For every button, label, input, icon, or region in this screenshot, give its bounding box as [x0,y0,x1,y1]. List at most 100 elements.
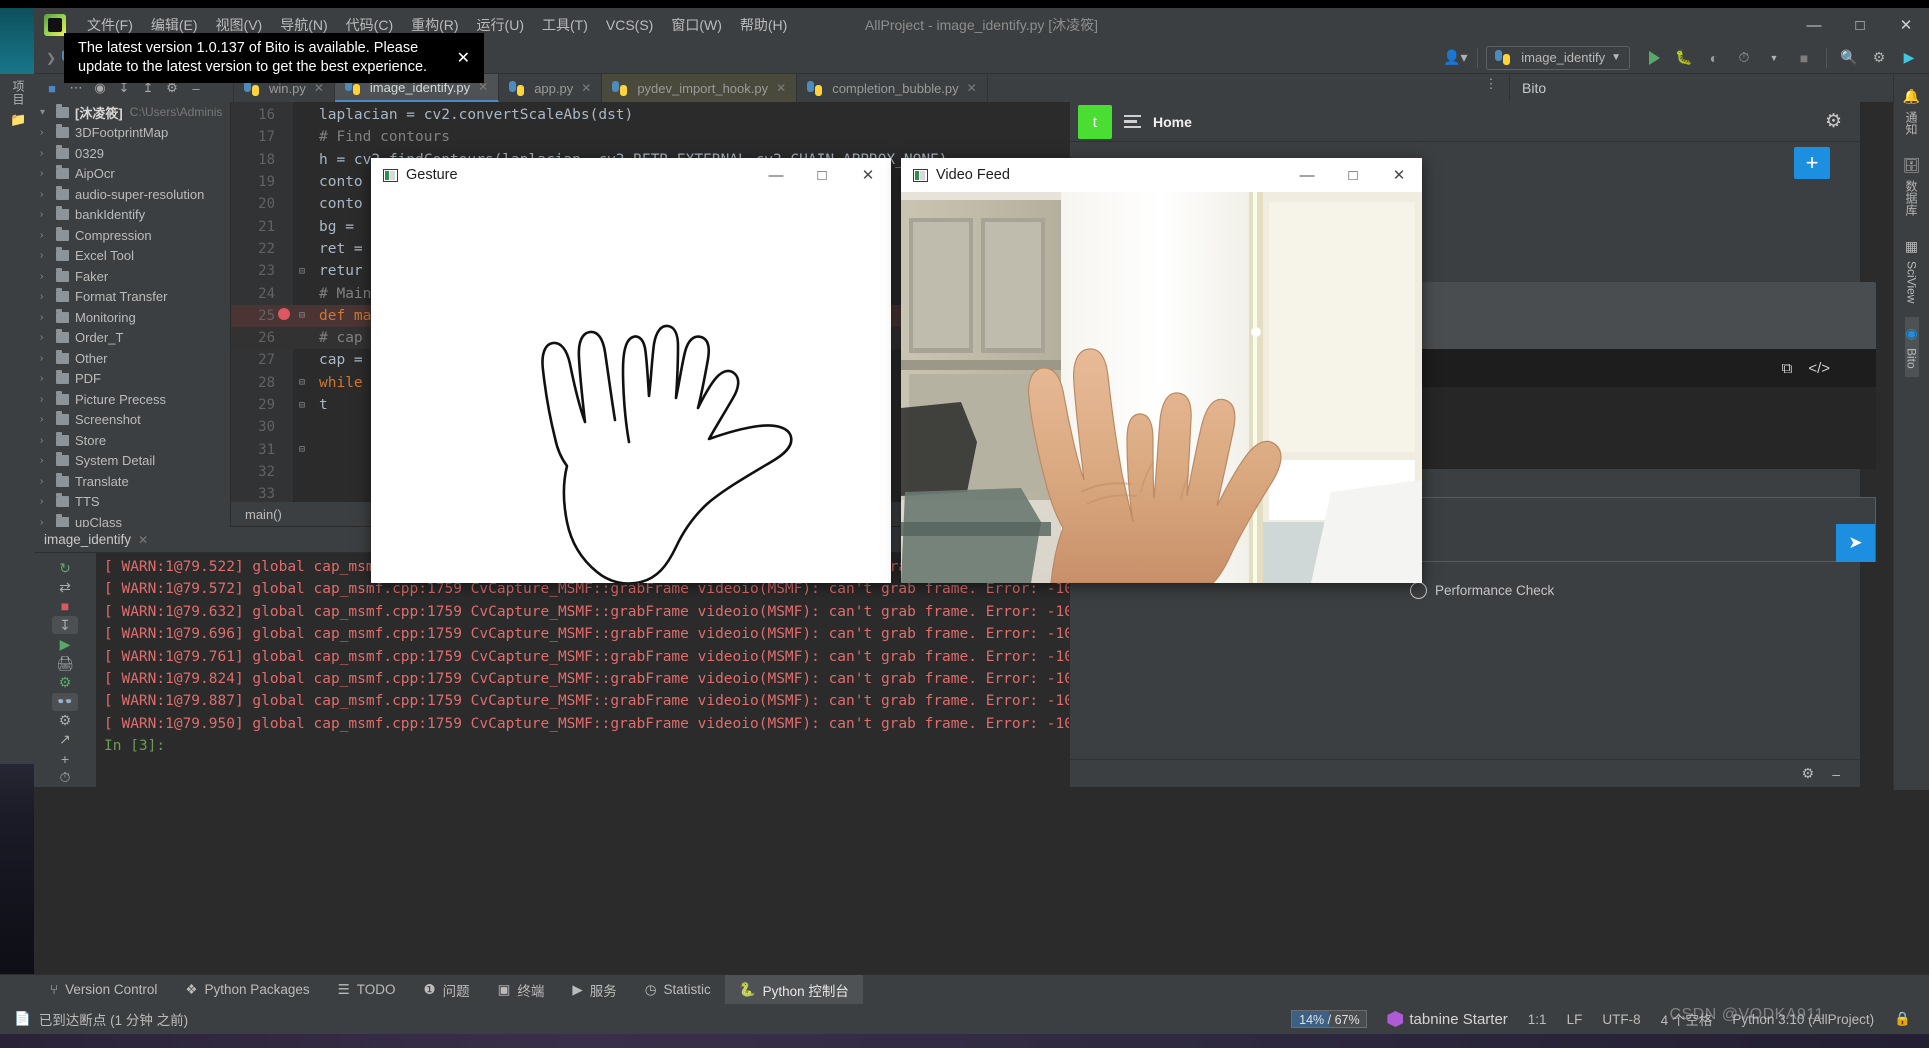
chevron-right-icon[interactable]: › [40,291,56,302]
fold-marker[interactable]: ⊟ [293,444,311,455]
hamburger-menu-icon[interactable] [1124,115,1141,129]
chevron-right-icon[interactable]: › [40,312,56,323]
tree-row[interactable]: ›Store [34,430,230,451]
print-icon[interactable]: 🖨 [52,654,78,672]
add-icon[interactable]: + [52,750,78,768]
close-icon[interactable]: ✕ [581,81,591,95]
chevron-right-icon[interactable]: › [40,455,56,466]
bito-avatar[interactable]: t [1078,105,1112,139]
chevron-right-icon[interactable]: › [40,271,56,282]
settings-icon[interactable]: ⚙ [52,712,78,730]
tree-row[interactable]: ›bankIdentify [34,205,230,226]
minimize-button[interactable]: — [753,158,799,192]
minimize-icon[interactable]: – [1832,766,1840,782]
window-minimize-button[interactable]: — [1791,8,1837,42]
bito-settings-gear-icon[interactable]: ⚙ [1825,110,1842,133]
tree-row[interactable]: ›Order_T [34,328,230,349]
rail-item-grid-icon[interactable]: ▦SciView [1905,230,1919,311]
run-icon[interactable] [1640,45,1668,71]
chevron-right-icon[interactable]: › [40,476,56,487]
project-tool-label[interactable]: 项目 [10,74,27,112]
profiler-icon[interactable]: ⏱ [1730,45,1758,71]
chevron-right-icon[interactable]: › [40,168,56,179]
menu-item-10[interactable]: 帮助(H) [731,12,796,38]
window-close-button[interactable]: ✕ [1883,8,1929,42]
menu-item-7[interactable]: 工具(T) [533,12,597,38]
tree-row[interactable]: ›Screenshot [34,410,230,431]
bottom-tool-branch-icon[interactable]: ⑂Version Control [36,975,171,1005]
rerun-icon[interactable]: ↻ [52,559,78,577]
minimize-button[interactable]: — [1284,158,1330,192]
run-tab-image-identify[interactable]: image_identify ✕ [44,532,148,547]
tree-row[interactable]: ›audio-super-resolution [34,184,230,205]
tree-row[interactable]: ›Monitoring [34,307,230,328]
fold-marker[interactable]: ⊟ [293,400,311,411]
soft-wrap-icon[interactable]: ⇄ [52,578,78,596]
bottom-tool-list-icon[interactable]: ☰TODO [324,975,410,1005]
chevron-right-icon[interactable]: › [40,250,56,261]
step-icon[interactable]: ↗ [52,731,78,749]
chevron-right-icon[interactable]: › [40,148,56,159]
chevron-down-icon[interactable]: ▼ [1760,45,1788,71]
editor-tab-3[interactable]: pydev_import_hook.py✕ [602,74,797,102]
gesture-window[interactable]: Gesture — □ ✕ [371,158,891,583]
close-icon[interactable]: ✕ [776,81,786,95]
tree-row[interactable]: ›Format Transfer [34,287,230,308]
rail-item-bito-icon[interactable]: ◉Bito [1905,317,1919,377]
maximize-button[interactable]: □ [1330,158,1376,192]
chevron-right-icon[interactable]: › [40,127,56,138]
indent-setting[interactable]: 4 个空格 [1661,1009,1713,1029]
tree-row-root[interactable]: ▾ [沐凌筱] C:\Users\Adminis [34,102,230,123]
settings-icon[interactable]: ⚙ [1802,765,1815,782]
tree-row[interactable]: ›AipOcr [34,164,230,185]
bottom-tool-packages-icon[interactable]: ❖Python Packages [171,975,323,1005]
insert-code-icon[interactable]: </> [1808,360,1830,377]
bottom-tool-problems-icon[interactable]: ❶问题 [409,975,483,1005]
tree-row[interactable]: ›0329 [34,143,230,164]
editor-tab-4[interactable]: completion_bubble.py✕ [797,74,988,102]
line-separator[interactable]: LF [1567,1012,1583,1027]
menu-item-9[interactable]: 窗口(W) [662,12,731,38]
tree-row[interactable]: ›3DFootprintMap [34,123,230,144]
updates-icon[interactable]: ▶ [1895,45,1923,71]
tree-row[interactable]: ›Picture Precess [34,389,230,410]
user-icon[interactable]: 👤▾ [1441,45,1469,71]
run-coverage-icon[interactable]: ◐ [1700,45,1728,71]
caret-position[interactable]: 1:1 [1528,1012,1547,1027]
console-output[interactable]: [ WARN:1@79.522] global cap_msmf.cpp:175… [96,553,1069,787]
chevron-right-icon[interactable]: › [40,414,56,425]
search-icon[interactable]: 🔍 [1835,45,1863,71]
glasses-icon[interactable]: 👓 [52,693,78,711]
menu-item-8[interactable]: VCS(S) [597,12,662,38]
chevron-right-icon[interactable]: › [40,496,56,507]
tree-row[interactable]: ›Other [34,348,230,369]
close-icon[interactable]: ✕ [314,81,324,95]
chevron-right-icon[interactable]: › [40,517,56,527]
bottom-tool-services-icon[interactable]: ▶服务 [558,975,630,1005]
tree-row[interactable]: ›Excel Tool [34,246,230,267]
close-icon[interactable]: ✕ [457,49,470,68]
chevron-right-icon[interactable]: › [40,353,56,364]
bito-new-chat-button[interactable]: + [1794,147,1830,179]
rail-item-database-icon[interactable]: 🗄数据库 [1903,149,1921,224]
bottom-tool-terminal-icon[interactable]: ▣终端 [484,975,559,1005]
close-button[interactable]: ✕ [1376,158,1422,192]
fold-marker[interactable]: ⊟ [293,266,311,277]
tree-row[interactable]: ›PDF [34,369,230,390]
run-configuration-selector[interactable]: image_identify ▼ [1486,46,1630,70]
resume-icon[interactable]: ▶ [52,635,78,653]
tree-row[interactable]: ›upClass [34,512,230,527]
bito-send-button[interactable]: ➤ [1836,524,1875,562]
gutter-marker[interactable] [275,308,293,324]
chevron-right-icon[interactable]: › [40,189,56,200]
bito-home-label[interactable]: Home [1153,114,1192,130]
chevron-right-icon[interactable]: › [40,209,56,220]
structure-icon[interactable]: 📁 [10,112,34,128]
tree-row[interactable]: ›Translate [34,471,230,492]
chevron-right-icon[interactable]: › [40,394,56,405]
bito-performance-check[interactable]: Performance Check [1410,582,1554,599]
file-encoding[interactable]: UTF-8 [1602,1012,1640,1027]
close-icon[interactable]: ✕ [967,81,977,95]
fold-marker[interactable]: ⊟ [293,310,311,321]
scroll-to-end-icon[interactable]: ↧ [52,616,78,634]
